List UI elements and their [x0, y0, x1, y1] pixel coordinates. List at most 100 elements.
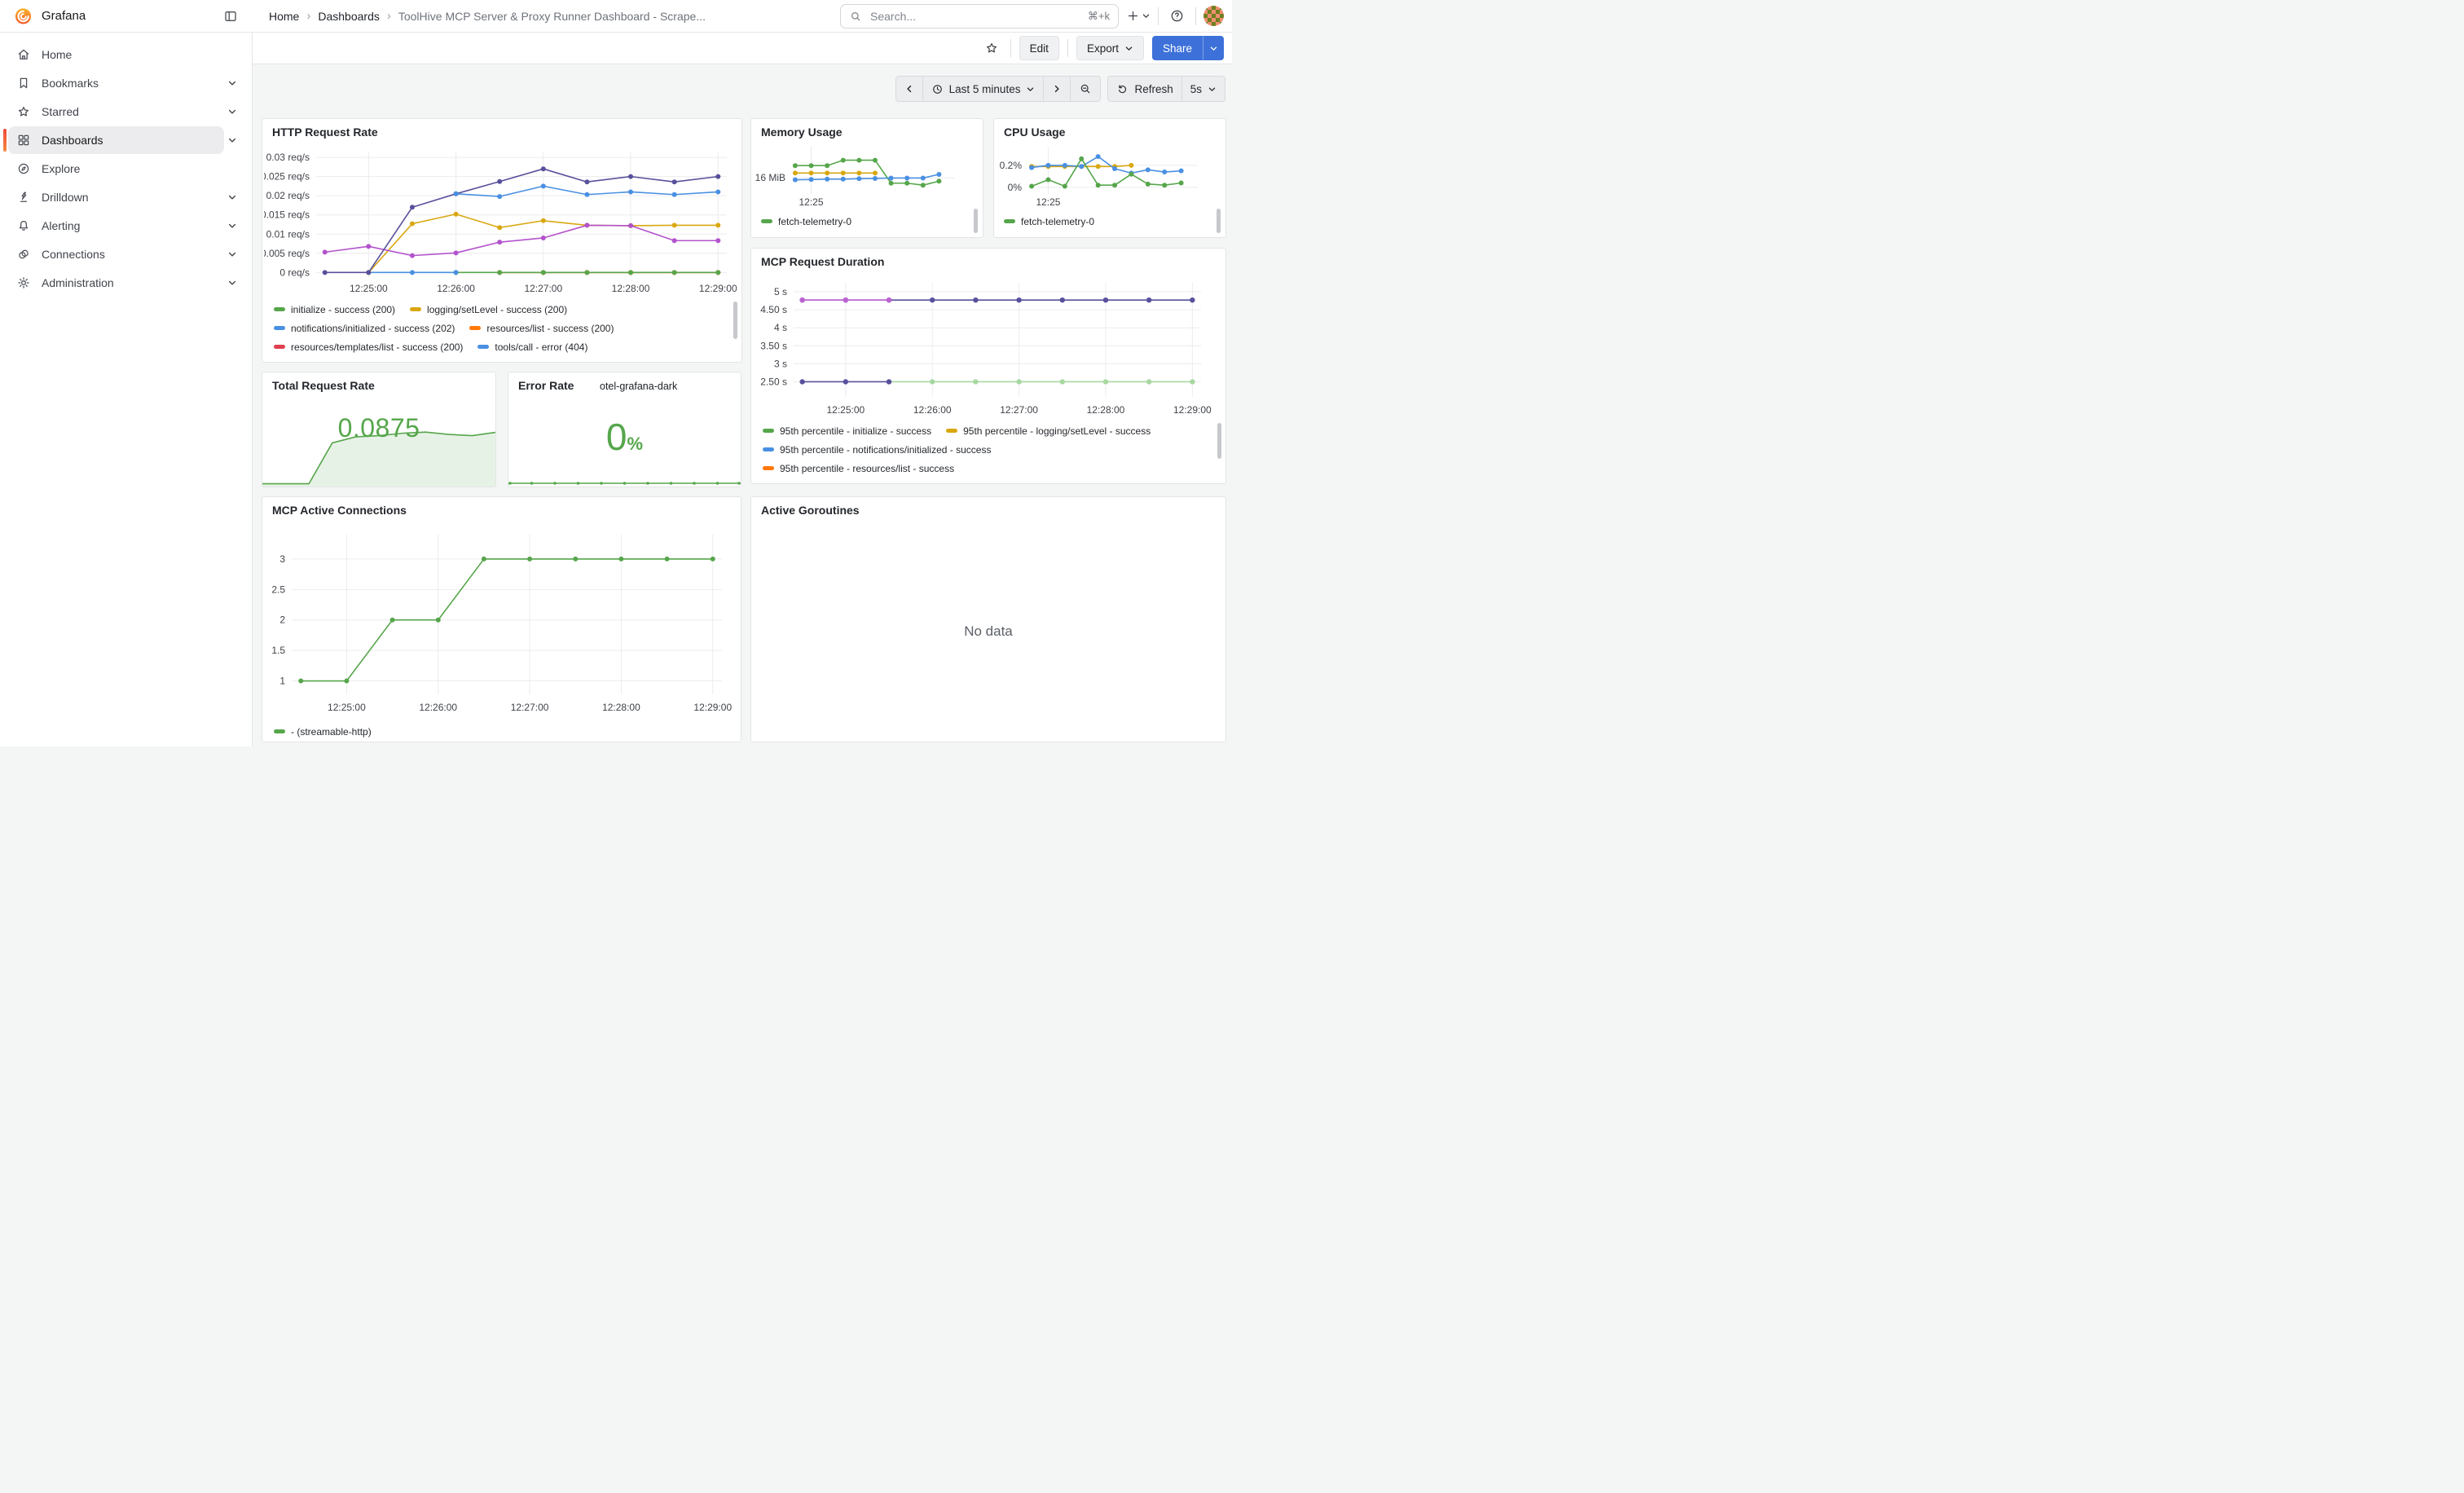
add-button[interactable]	[1126, 9, 1151, 23]
legend-label[interactable]: unknown - success (200)	[567, 360, 675, 363]
legend-label[interactable]: 95th percentile - resources/list - succe…	[780, 463, 954, 474]
sidebar-item-starred[interactable]: Starred	[8, 98, 244, 126]
legend-item[interactable]: resources/templates/list - success (200)	[274, 341, 463, 353]
legend-item[interactable]: 95th percentile - notifications/initiali…	[763, 444, 991, 456]
legend-label[interactable]: resources/templates/list - success (200)	[291, 341, 463, 353]
edit-button[interactable]: Edit	[1019, 36, 1059, 60]
refresh-button[interactable]: Refresh	[1107, 76, 1181, 102]
legend-label[interactable]: tools/call - success (200)	[291, 360, 398, 363]
apps-icon	[16, 133, 31, 148]
legend-label[interactable]: 95th percentile - initialize - success	[780, 425, 931, 437]
chevron-down-icon[interactable]	[224, 189, 244, 205]
sidebar-item-connections[interactable]: Connections	[8, 240, 244, 268]
chevron-down-icon[interactable]	[224, 218, 244, 234]
help-icon[interactable]	[1166, 5, 1188, 27]
legend-item[interactable]: notifications/initialized - success (202…	[274, 323, 455, 334]
legend-item[interactable]: 95th percentile - resources/templates/li…	[763, 482, 999, 484]
share-button[interactable]: Share	[1152, 36, 1203, 60]
legend-label[interactable]: 95th percentile - resources/templates/li…	[780, 482, 999, 484]
panel-title[interactable]: CPU Usage	[1004, 126, 1065, 139]
legend-item[interactable]: tools/call - error (404)	[477, 341, 587, 353]
svg-text:2: 2	[279, 614, 285, 626]
panel-title[interactable]: Active Goroutines	[761, 504, 860, 517]
chevron-down-icon	[1124, 44, 1133, 53]
legend-item[interactable]: 95th percentile - logging/setLevel - suc…	[946, 425, 1151, 437]
legend-item[interactable]: unknown - success (200)	[550, 360, 675, 363]
legend-label[interactable]: fetch-telemetry-0	[1021, 216, 1094, 227]
legend-scrollbar[interactable]	[733, 302, 737, 339]
legend-item[interactable]: - (streamable-http)	[274, 726, 372, 738]
time-shift-forward-button[interactable]	[1043, 76, 1071, 102]
legend-scrollbar[interactable]	[1217, 209, 1221, 233]
search-box[interactable]: ⌘+k	[840, 4, 1119, 29]
legend-item[interactable]: 95th percentile - initialize - success	[763, 425, 931, 437]
svg-text:0.01 req/s: 0.01 req/s	[266, 228, 310, 240]
time-range-picker[interactable]: Last 5 minutes	[922, 76, 1045, 102]
panel-title[interactable]: Error Rate	[518, 379, 574, 392]
breadcrumb-dashboards[interactable]: Dashboards	[318, 10, 380, 23]
breadcrumb-home[interactable]: Home	[269, 10, 299, 23]
legend-label[interactable]: tools/call - error (404)	[495, 341, 587, 353]
export-button[interactable]: Export	[1076, 36, 1144, 60]
panel-title[interactable]: Memory Usage	[761, 126, 843, 139]
svg-text:12:28:00: 12:28:00	[612, 283, 650, 294]
legend-item[interactable]: initialize - success (200)	[274, 304, 395, 315]
legend-item[interactable]: fetch-telemetry-0	[1004, 216, 1094, 227]
sidebar-item-dashboards[interactable]: Dashboards	[8, 126, 244, 154]
mcp-active-connections-chart[interactable]: 12:25:0012:26:0012:27:0012:28:0012:29:00…	[267, 523, 732, 716]
sidebar-toggle-icon[interactable]	[220, 6, 241, 27]
memory-usage-chart[interactable]: 12:2516 MiB	[753, 140, 970, 210]
legend-item[interactable]: tools/list - success (200)	[413, 360, 535, 363]
legend-row: fetch-telemetry-0	[761, 212, 968, 231]
sidebar-item-drilldown[interactable]: Drilldown	[8, 183, 244, 211]
legend-label[interactable]: initialize - success (200)	[291, 304, 395, 315]
legend-label[interactable]: notifications/initialized - success (202…	[291, 323, 455, 334]
connections-icon	[16, 247, 31, 262]
panel-title[interactable]: MCP Active Connections	[272, 504, 407, 517]
sidebar-item-home[interactable]: Home	[8, 41, 244, 68]
refresh-interval-picker[interactable]: 5s	[1181, 76, 1225, 102]
time-shift-back-button[interactable]	[895, 76, 923, 102]
favorite-star-icon[interactable]	[981, 37, 1002, 59]
legend-label[interactable]: fetch-telemetry-0	[778, 216, 851, 227]
user-avatar[interactable]	[1203, 6, 1224, 26]
legend-label[interactable]: 95th percentile - notifications/initiali…	[780, 444, 991, 456]
panel-title[interactable]: Total Request Rate	[272, 379, 375, 392]
chevron-down-icon[interactable]	[224, 103, 244, 120]
compass-icon	[16, 161, 31, 176]
share-menu-button[interactable]	[1203, 36, 1224, 60]
search-input[interactable]	[869, 9, 1081, 24]
svg-text:12:25:00: 12:25:00	[350, 283, 388, 294]
chevron-down-icon	[1026, 85, 1035, 94]
chevron-down-icon[interactable]	[224, 132, 244, 148]
legend-label[interactable]: - (streamable-http)	[291, 726, 372, 738]
legend-item[interactable]: logging/setLevel - success (200)	[410, 304, 567, 315]
legend-item[interactable]: 95th percentile - resources/list - succe…	[763, 463, 954, 474]
legend-label[interactable]: logging/setLevel - success (200)	[427, 304, 567, 315]
cpu-usage-chart[interactable]: 12:250%0.2%	[996, 140, 1212, 210]
legend-scrollbar[interactable]	[974, 209, 978, 233]
legend-item[interactable]: fetch-telemetry-0	[761, 216, 851, 227]
legend-label[interactable]: 95th percentile - logging/setLevel - suc…	[963, 425, 1151, 437]
chevron-down-icon[interactable]	[224, 275, 244, 291]
grafana-logo[interactable]	[13, 6, 33, 26]
http-request-rate-chart[interactable]: 12:25:0012:26:0012:27:0012:28:0012:29:00…	[264, 143, 737, 297]
chevron-down-icon[interactable]	[224, 75, 244, 91]
legend-label[interactable]: tools/list - success (200)	[430, 360, 535, 363]
sidebar-item-administration[interactable]: Administration	[8, 269, 244, 297]
legend-scrollbar[interactable]	[1217, 423, 1221, 459]
legend-item[interactable]: tools/call - success (200)	[274, 360, 398, 363]
sidebar-item-bookmarks[interactable]: Bookmarks	[8, 69, 244, 97]
breadcrumb-current: ToolHive MCP Server & Proxy Runner Dashb…	[398, 10, 706, 23]
chevron-left-icon	[904, 84, 914, 94]
sidebar-item-explore[interactable]: Explore	[8, 155, 244, 183]
legend-item[interactable]: resources/list - success (200)	[469, 323, 614, 334]
panel-title[interactable]: MCP Request Duration	[761, 255, 884, 268]
legend-label[interactable]: resources/list - success (200)	[486, 323, 614, 334]
svg-text:2.5: 2.5	[271, 584, 285, 595]
chevron-down-icon[interactable]	[224, 246, 244, 262]
panel-title[interactable]: HTTP Request Rate	[272, 126, 378, 139]
sidebar-item-alerting[interactable]: Alerting	[8, 212, 244, 240]
zoom-out-button[interactable]	[1070, 76, 1101, 102]
mcp-request-duration-chart[interactable]: 12:25:0012:26:0012:27:0012:28:0012:29:00…	[756, 271, 1212, 418]
